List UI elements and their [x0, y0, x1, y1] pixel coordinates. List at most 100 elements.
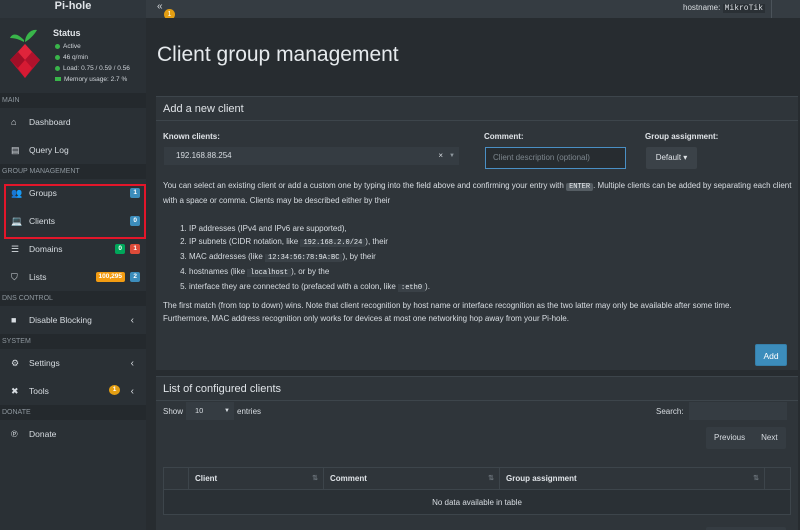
help-paragraph-2: The first match (from top to down) wins.…	[163, 299, 793, 325]
sidebar-item-label: Settings	[29, 358, 60, 368]
sidebar-item-domains[interactable]: ☰ Domains 0 1	[0, 235, 146, 263]
list-item: MAC addresses (like 12:34:56:78:9A:BC), …	[189, 250, 430, 265]
pagination-top: Previous Next	[706, 427, 786, 449]
add-client-title: Add a new client	[156, 97, 798, 121]
client-column-header[interactable]: Client ⇅	[188, 467, 324, 490]
help-text: Furthermore, MAC address recognition onl…	[163, 314, 569, 323]
sidebar-item-lists[interactable]: ⛉ Lists 100,295 2	[0, 263, 146, 291]
comment-input[interactable]: Client description (optional)	[485, 147, 626, 169]
sidebar-item-tools[interactable]: ✖ Tools 1 ‹	[0, 377, 146, 405]
list-item: interface they are connected to (preface…	[189, 280, 430, 295]
select-column-header	[163, 467, 189, 490]
active-dot-icon	[55, 43, 60, 49]
known-clients-label: Known clients:	[163, 132, 220, 141]
tools-update-badge: 1	[109, 385, 120, 395]
status-queries-text: 46 q/min	[63, 54, 88, 61]
group-assignment-label: Group assignment:	[645, 132, 719, 141]
list-item-text: interface they are connected to (preface…	[189, 282, 396, 291]
list-item-text: ), their	[365, 237, 388, 246]
sidebar-item-label: Tools	[29, 386, 49, 396]
section-system: SYSTEM	[0, 334, 146, 349]
comment-column-header[interactable]: Comment ⇅	[323, 467, 500, 490]
navbar-divider	[771, 0, 772, 18]
group-column-header[interactable]: Group assignment ⇅	[499, 467, 765, 490]
help-text: The first match (from top to down) wins.…	[163, 301, 732, 310]
main-content: Client group management Add a new client…	[146, 18, 800, 530]
shield-icon: ⛉	[11, 271, 18, 282]
stop-icon: ■	[11, 315, 17, 325]
sort-icon: ⇅	[488, 475, 494, 482]
sort-icon: ⇅	[312, 475, 318, 482]
status-title: Status	[53, 28, 81, 38]
known-clients-select[interactable]: 192.168.88.254 × ▼	[164, 147, 459, 165]
previous-button[interactable]: Previous	[706, 427, 753, 449]
sidebar-item-disable-blocking[interactable]: ■ Disable Blocking ‹	[0, 306, 146, 334]
comment-label: Comment:	[484, 132, 524, 141]
load-dot-icon	[55, 65, 60, 71]
queries-dot-icon	[55, 54, 60, 60]
sort-icon: ⇅	[753, 475, 759, 482]
sidebar-item-dashboard[interactable]: ⌂ Dashboard	[0, 108, 146, 136]
page-title: Client group management	[157, 43, 399, 66]
help-text: . Multiple clients can be added by separ…	[593, 181, 751, 190]
next-button[interactable]: Next	[753, 427, 785, 449]
entries-per-page-value: 10	[195, 406, 204, 415]
chevron-down-icon: ▼	[224, 408, 230, 414]
section-group-management: GROUP MANAGEMENT	[0, 164, 146, 179]
group-assignment-select[interactable]: Default ▾	[646, 147, 697, 169]
add-button[interactable]: Add	[755, 344, 787, 366]
pihole-logo-icon	[10, 29, 40, 78]
file-icon: ▤	[11, 144, 20, 155]
add-client-box: Add a new client Known clients: 192.168.…	[156, 96, 798, 370]
list-item: hostnames (like localhost), or by the	[189, 265, 430, 280]
sidebar-item-querylog[interactable]: ▤ Query Log	[0, 136, 146, 164]
code-snippet: 192.168.2.0/24	[300, 239, 366, 247]
list-item-text: ).	[425, 282, 430, 291]
list-item-text: MAC addresses (like	[189, 252, 263, 261]
clients-list-box: List of configured clients Show 10 ▼ entr…	[156, 376, 798, 530]
clear-icon[interactable]: ×	[438, 147, 443, 165]
chevron-left-icon: ‹	[130, 357, 134, 369]
enter-key: ENTER	[566, 183, 594, 191]
sidebar: Status Active 46 q/min Load: 0.75 / 0.59…	[0, 18, 146, 530]
domains-allow-badge: 0	[115, 244, 125, 254]
section-main: MAIN	[0, 93, 146, 108]
status-panel: Status Active 46 q/min Load: 0.75 / 0.59…	[0, 18, 146, 93]
column-label: Comment	[330, 474, 367, 483]
gear-icon: ⚙	[11, 357, 20, 368]
status-memory: Memory usage: 2.7 %	[55, 76, 127, 83]
sidebar-item-label: Donate	[29, 429, 57, 439]
sidebar-toggle-icon[interactable]: «	[157, 1, 163, 12]
list-item: IP addresses (IPv4 and IPv6 are supporte…	[189, 222, 430, 235]
status-load-text: Load: 0.75 / 0.59 / 0.56	[63, 65, 130, 72]
hostname-display: hostname: MikroTik	[683, 3, 765, 13]
chevron-left-icon: ‹	[130, 385, 134, 397]
search-input[interactable]	[689, 402, 787, 420]
caret-down-icon: ▼	[449, 153, 455, 159]
chevron-left-icon: ‹	[130, 314, 134, 326]
list-item-text: IP addresses (IPv4 and IPv6 are supporte…	[189, 224, 347, 233]
list-item-text: hostnames (like	[189, 267, 246, 276]
section-dns-control: DNS CONTROL	[0, 291, 146, 306]
status-active: Active	[55, 43, 81, 50]
top-navbar: Pi-hole « 1 hostname: MikroTik	[0, 0, 800, 20]
client-types-list: IP addresses (IPv4 and IPv6 are supporte…	[181, 222, 430, 295]
status-memory-text: Memory usage: 2.7 %	[64, 76, 128, 83]
column-label: Group assignment	[506, 474, 577, 483]
list-item-text: IP subnets (CIDR notation, like	[189, 237, 299, 246]
status-load: Load: 0.75 / 0.59 / 0.56	[55, 65, 130, 72]
show-label: Show	[163, 407, 184, 416]
known-clients-value: 192.168.88.254	[176, 151, 232, 160]
sidebar-item-donate[interactable]: ℗ Donate	[0, 420, 146, 448]
status-active-text: Active	[63, 43, 81, 50]
lists-domains-badge: 100,295	[95, 272, 125, 282]
entries-per-page-select[interactable]: 10 ▼	[186, 402, 234, 420]
code-snippet: 12:34:56:78:9A:BC	[265, 254, 343, 262]
brand-logo-text[interactable]: Pi-hole	[0, 0, 146, 18]
hostname-value: MikroTik	[722, 4, 765, 13]
memory-bar-icon	[55, 77, 61, 82]
section-donate: DONATE	[0, 405, 146, 420]
home-icon: ⌂	[11, 117, 17, 127]
sidebar-item-settings[interactable]: ⚙ Settings ‹	[0, 349, 146, 377]
code-snippet: :eth0	[398, 284, 426, 292]
